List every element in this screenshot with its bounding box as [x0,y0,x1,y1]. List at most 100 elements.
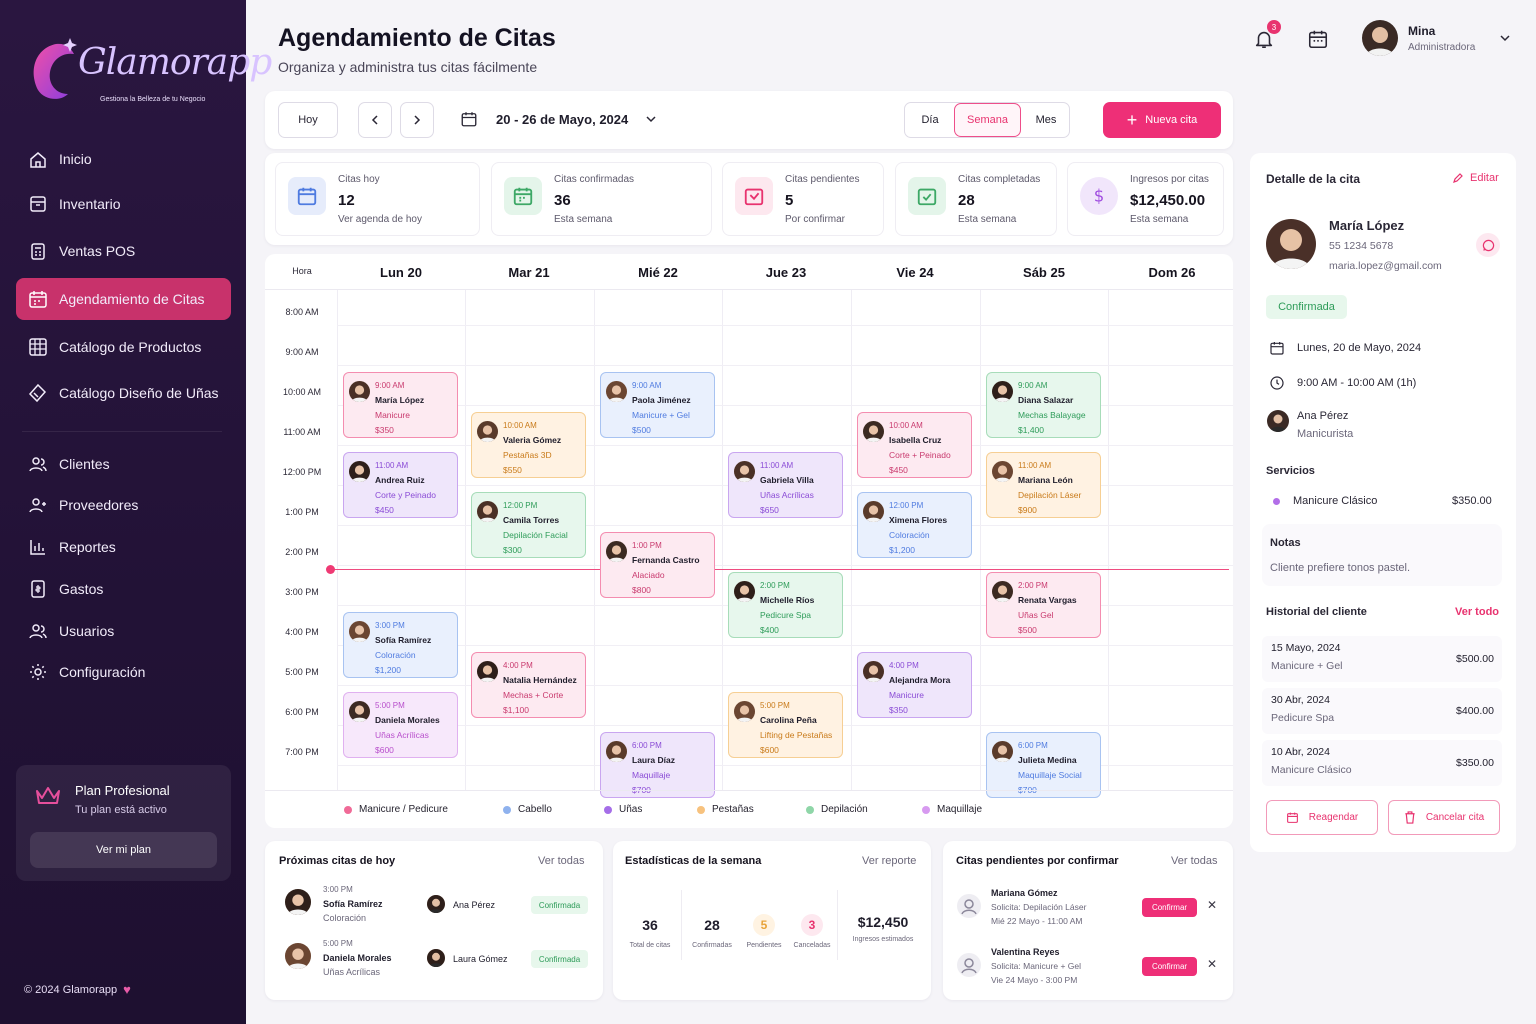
appointment-card[interactable]: 11:00 AM Andrea Ruiz Corte y Peinado $450 [343,452,458,518]
confirm-button[interactable]: Confirmar [1142,957,1197,976]
appointment-card[interactable]: 3:00 PM Sofía Ramírez Coloración $1,200 [343,612,458,678]
calendar-button[interactable] [1303,24,1333,54]
sidebar-item-calendar[interactable]: Agendamiento de Citas [16,278,231,320]
stat-note[interactable]: Ver agenda de hoy [338,214,422,225]
legend-dot [604,805,612,814]
calendar-icon [28,289,48,309]
pending-view-all-link[interactable]: Ver todas [1171,855,1217,867]
stat-card-today[interactable]: Citas hoy 12 Ver agenda de hoy [275,162,480,236]
appointment-card[interactable]: 10:00 AM Valeria Gómez Pestañas 3D $550 [471,412,586,478]
day-header[interactable]: Dom 26 [1108,265,1236,280]
day-header[interactable]: Mié 22 [594,265,722,280]
day-header[interactable]: Sáb 25 [980,265,1108,280]
confirm-button[interactable]: Confirmar [1142,898,1197,917]
client-avatar [992,581,1013,602]
date-range-picker[interactable]: 20 - 26 de Mayo, 2024 [460,110,656,128]
sidebar-item-nail[interactable]: Catálogo Diseño de Uñas [16,372,231,414]
stat-label: Ingresos por citas [1130,174,1209,185]
appointment-time: 9:00 AM [1018,381,1048,390]
appointment-card[interactable]: 2:00 PM Michelle Ríos Pedicure Spa $400 [728,572,843,638]
appointment-price: $500 [632,425,651,435]
week-report-link[interactable]: Ver reporte [862,855,916,867]
appointment-card[interactable]: 5:00 PM Daniela Morales Uñas Acrílicas $600 [343,692,458,758]
appointment-card[interactable]: 9:00 AM Diana Salazar Mechas Balayage $1,40… [986,372,1101,438]
today-button[interactable]: Hoy [278,102,338,138]
upcoming-service: Uñas Acrílicas [323,967,381,977]
sidebar-item-label: Clientes [59,456,110,472]
appointment-card[interactable]: 12:00 PM Ximena Flores Coloración $1,200 [857,492,972,558]
appointment-card[interactable]: 11:00 AM Gabriela Villa Uñas Acrílicas $650 [728,452,843,518]
brand-logo[interactable]: Glamorapp Gestiona la Belleza de tu Nego… [26,34,272,106]
services-title: Servicios [1266,465,1315,477]
history-row[interactable]: 30 Abr, 2024 Pedicure Spa $400.00 [1262,688,1502,734]
cancel-appointment-button[interactable]: Cancelar cita [1388,800,1500,835]
history-row[interactable]: 15 Mayo, 2024 Manicure + Gel $500.00 [1262,636,1502,682]
appointment-card[interactable]: 6:00 PM Julieta Medina Maquillaje Social $7… [986,732,1101,798]
client-avatar [863,421,884,442]
appointment-client: Daniela Morales [375,715,440,725]
appointment-card[interactable]: 2:00 PM Renata Vargas Uñas Gel $500 [986,572,1101,638]
view-day-tab[interactable]: Día [905,103,955,137]
upcoming-row[interactable]: 5:00 PM Daniela Morales Uñas Acrílicas Laur… [279,939,593,987]
appointment-card[interactable]: 6:00 PM Laura Díaz Maquillaje $700 [600,732,715,798]
nail-icon [28,383,48,403]
sidebar-item-chart[interactable]: Reportes [16,526,231,568]
history-title: Historial del cliente [1266,606,1367,618]
legend-label: Pestañas [712,804,754,815]
appointment-card[interactable]: 4:00 PM Alejandra Mora Manicure $350 [857,652,972,718]
view-week-tab[interactable]: Semana [954,103,1021,137]
legend-label: Maquillaje [937,804,983,815]
day-header[interactable]: Vie 24 [851,265,979,280]
stat-note: Esta semana [554,214,613,225]
sidebar-item-register[interactable]: Ventas POS [16,230,231,272]
upcoming-row[interactable]: 3:00 PM Sofía Ramírez Coloración Ana Pérez C… [279,885,593,933]
sidebar-item-gear[interactable]: Configuración [16,651,231,693]
appointment-service: Uñas Acrílicas [375,730,429,740]
sidebar-item-box[interactable]: Inventario [16,183,231,225]
sidebar-item-user-group[interactable]: Usuarios [16,610,231,652]
appointment-card[interactable]: 9:00 AM Paola Jiménez Manicure + Gel $500 [600,372,715,438]
appointment-card[interactable]: 12:00 PM Camila Torres Depilación Facial $3… [471,492,586,558]
day-header[interactable]: Lun 20 [337,265,465,280]
chevron-down-icon [646,116,656,123]
legend-divider [265,790,1233,791]
sidebar-item-users[interactable]: Clientes [16,443,231,485]
client-avatar [992,381,1013,402]
appointment-card[interactable]: 1:00 PM Fernanda Castro Alaciado $800 [600,532,715,598]
view-plan-button[interactable]: Ver mi plan [30,832,217,868]
day-header[interactable]: Jue 23 [722,265,850,280]
upcoming-view-all-link[interactable]: Ver todas [538,855,584,867]
next-week-button[interactable] [400,102,434,138]
view-month-tab[interactable]: Mes [1021,103,1071,137]
new-appointment-button[interactable]: + Nueva cita [1103,102,1221,138]
appointment-time: 9:00 AM [375,381,405,390]
users-icon [28,454,48,474]
whatsapp-button[interactable] [1476,233,1500,257]
reschedule-button[interactable]: Reagendar [1266,800,1378,835]
appointment-service: Uñas Gel [1018,610,1054,620]
day-header[interactable]: Mar 21 [465,265,593,280]
client-avatar [992,461,1013,482]
appointment-card[interactable]: 4:00 PM Natalia Hernández Mechas + Corte $1… [471,652,586,718]
sidebar-item-supplier[interactable]: Proveedores [16,484,231,526]
sidebar-item-expense[interactable]: Gastos [16,568,231,610]
prev-week-button[interactable] [358,102,392,138]
stat-value: 28 [958,192,975,209]
edit-button[interactable]: Editar [1452,172,1499,184]
close-icon[interactable]: ✕ [1207,898,1217,912]
appointment-time: 2:00 PM [760,581,790,590]
history-price: $500.00 [1456,653,1494,665]
hour-gridline [337,365,1233,366]
history-view-all-link[interactable]: Ver todo [1455,606,1499,618]
appointment-card[interactable]: 9:00 AM María López Manicure $350 [343,372,458,438]
sidebar-item-grid[interactable]: Catálogo de Productos [16,326,231,368]
appointment-card[interactable]: 10:00 AM Isabella Cruz Corte + Peinado $450 [857,412,972,478]
user-avatar [1362,20,1398,56]
sidebar-item-home[interactable]: Inicio [16,138,231,180]
appointment-card[interactable]: 11:00 AM Mariana León Depilación Láser $900 [986,452,1101,518]
history-row[interactable]: 10 Abr, 2024 Manicure Clásico $350.00 [1262,740,1502,786]
client-avatar [477,501,498,522]
appointment-card[interactable]: 5:00 PM Carolina Peña Lifting de Pestañas $… [728,692,843,758]
sidebar-item-label: Ventas POS [59,243,136,259]
close-icon[interactable]: ✕ [1207,957,1217,971]
